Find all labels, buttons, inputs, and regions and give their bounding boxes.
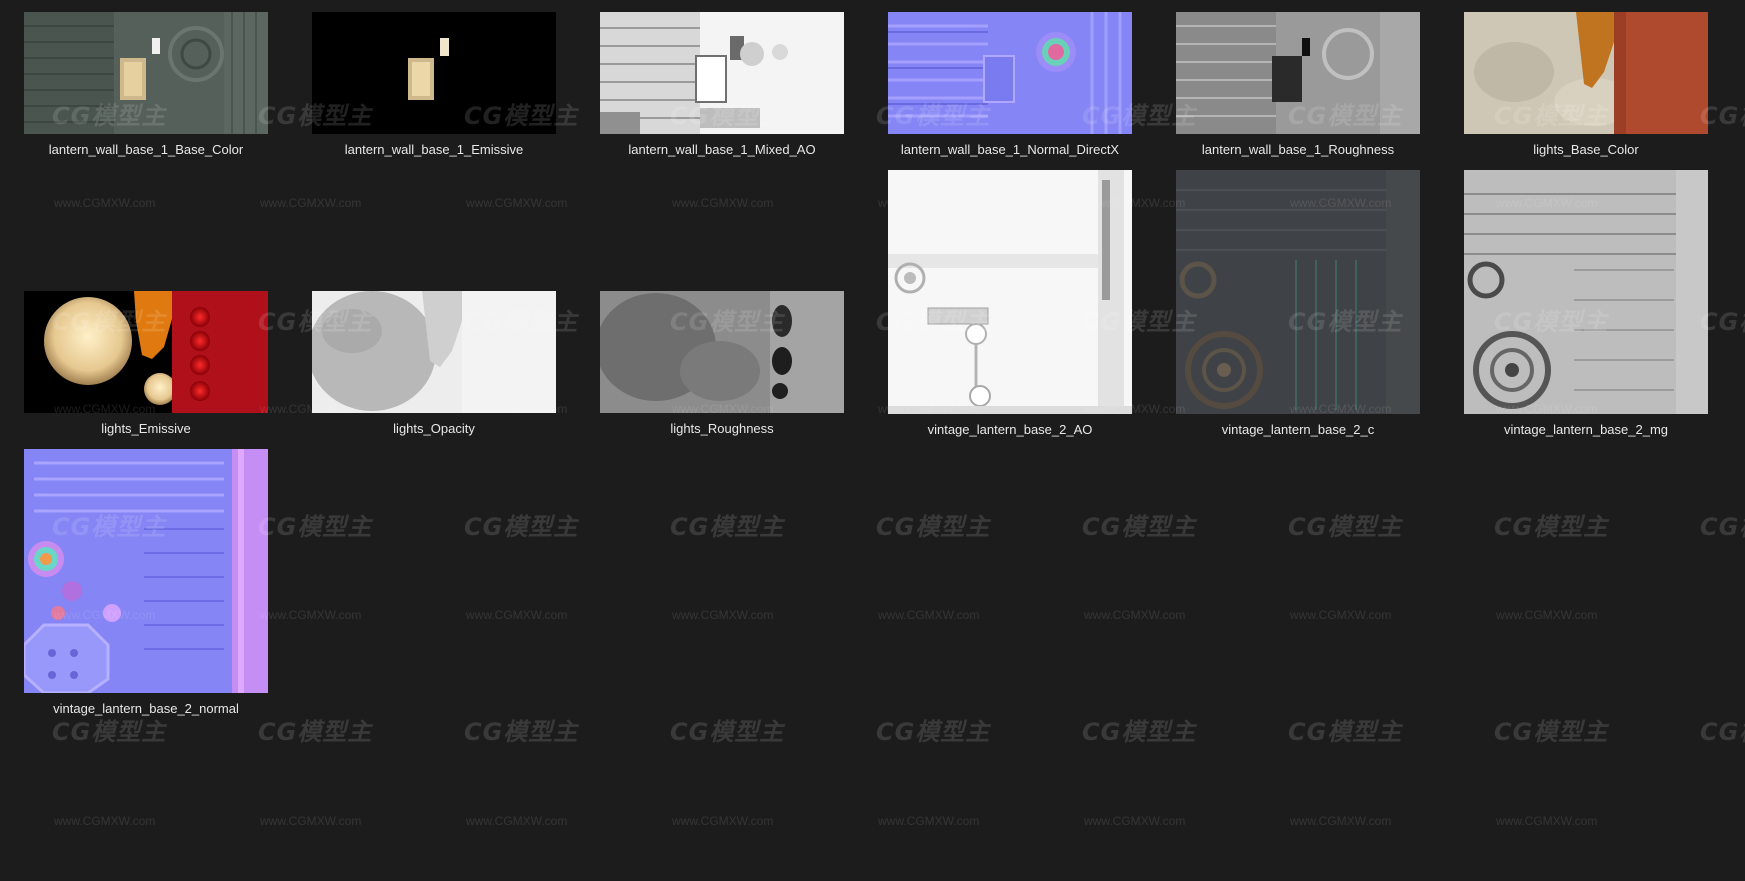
file-name-label: vintage_lantern_base_2_mg: [1503, 422, 1669, 437]
file-tile[interactable]: lantern_wall_base_1_Base_Color: [24, 12, 268, 158]
file-name-label: vintage_lantern_base_2_c: [1221, 422, 1375, 437]
watermark-logo: CG模型主: [876, 513, 991, 541]
file-name-label: lights_Base_Color: [1533, 142, 1639, 157]
watermark-url: www.CGMXW.com: [54, 814, 156, 828]
file-tile[interactable]: lights_Base_Color: [1464, 12, 1708, 158]
watermark-url: www.CGMXW.com: [466, 196, 568, 210]
texture-thumbnail[interactable]: [1176, 12, 1420, 134]
watermark-url: www.CGMXW.com: [466, 608, 568, 622]
watermark-url: www.CGMXW.com: [672, 608, 774, 622]
file-tile[interactable]: lights_Roughness: [600, 291, 844, 437]
watermark-url: www.CGMXW.com: [260, 608, 362, 622]
file-name-label: lantern_wall_base_1_Mixed_AO: [628, 142, 816, 157]
file-tile[interactable]: lantern_wall_base_1_Mixed_AO: [600, 12, 844, 158]
watermark-logo: CG模型主: [258, 513, 373, 541]
file-name-label: lantern_wall_base_1_Emissive: [344, 142, 524, 157]
watermark-logo: CG模型主: [1082, 513, 1197, 541]
watermark-url: www.CGMXW.com: [1084, 814, 1186, 828]
watermark-url: www.CGMXW.com: [466, 814, 568, 828]
texture-thumbnail[interactable]: [1464, 12, 1708, 134]
watermark-url: www.CGMXW.com: [1496, 608, 1598, 622]
file-tile[interactable]: vintage_lantern_base_2_AO: [888, 170, 1132, 438]
file-tile[interactable]: lights_Opacity: [312, 291, 556, 437]
file-tile[interactable]: vintage_lantern_base_2_normal: [24, 449, 268, 717]
watermark-url: www.CGMXW.com: [878, 814, 980, 828]
watermark-logo: CG模型主: [52, 718, 167, 746]
watermark-logo: CG模型主: [1494, 718, 1609, 746]
texture-thumbnail[interactable]: [312, 12, 556, 134]
watermark-logo: CG模型主: [464, 718, 579, 746]
watermark-logo: CG模型主: [464, 513, 579, 541]
file-name-label: lantern_wall_base_1_Base_Color: [48, 142, 244, 157]
watermark-logo: CG模型主: [1082, 718, 1197, 746]
watermark-logo: CG模型主: [1494, 513, 1609, 541]
file-tile[interactable]: lantern_wall_base_1_Roughness: [1176, 12, 1420, 158]
watermark-url: www.CGMXW.com: [672, 196, 774, 210]
watermark-url: www.CGMXW.com: [260, 814, 362, 828]
texture-thumbnail[interactable]: [1464, 170, 1708, 414]
watermark-logo: CG模型主: [258, 718, 373, 746]
file-browser-thumbnail-view: CG模型主 CG模型主 CG模型主 CG模型主 CG模型主 CG模型主 CG模型主 CG模型主…: [0, 0, 1745, 881]
texture-thumbnail[interactable]: [24, 449, 268, 693]
file-name-label: lantern_wall_base_1_Normal_DirectX: [900, 142, 1120, 157]
file-name-label: lights_Emissive: [101, 421, 191, 436]
file-name-label: lantern_wall_base_1_Roughness: [1201, 142, 1395, 157]
file-name-label: vintage_lantern_base_2_normal: [53, 701, 239, 716]
file-tile[interactable]: vintage_lantern_base_2_c: [1176, 170, 1420, 438]
watermark-logo: CG模型主: [1288, 513, 1403, 541]
texture-thumbnail[interactable]: [24, 12, 268, 134]
file-name-label: vintage_lantern_base_2_AO: [927, 422, 1093, 437]
watermark-logo: CG模型主: [670, 718, 785, 746]
file-name-label: lights_Opacity: [393, 421, 475, 436]
texture-thumbnail[interactable]: [888, 170, 1132, 414]
watermark-url: www.CGMXW.com: [878, 608, 980, 622]
watermark-url: www.CGMXW.com: [1084, 608, 1186, 622]
texture-thumbnail[interactable]: [600, 12, 844, 134]
texture-thumbnail[interactable]: [312, 291, 556, 413]
file-tile[interactable]: vintage_lantern_base_2_mg: [1464, 170, 1708, 438]
watermark-url: www.CGMXW.com: [672, 814, 774, 828]
watermark-logo: CG模型主: [1288, 718, 1403, 746]
watermark-url: www.CGMXW.com: [1496, 814, 1598, 828]
watermark-url: www.CGMXW.com: [54, 196, 156, 210]
texture-thumbnail[interactable]: [600, 291, 844, 413]
texture-thumbnail[interactable]: [24, 291, 268, 413]
file-name-label: lights_Roughness: [670, 421, 774, 436]
texture-thumbnail[interactable]: [888, 12, 1132, 134]
watermark-logo: CG模型主: [1700, 513, 1745, 541]
file-tile[interactable]: lights_Emissive: [24, 291, 268, 437]
texture-thumbnail[interactable]: [1176, 170, 1420, 414]
watermark-logo: CG模型主: [670, 513, 785, 541]
file-tile[interactable]: lantern_wall_base_1_Normal_DirectX: [888, 12, 1132, 158]
watermark-logo: CG模型主: [1700, 718, 1745, 746]
watermark-url: www.CGMXW.com: [260, 196, 362, 210]
file-tile[interactable]: lantern_wall_base_1_Emissive: [312, 12, 556, 158]
watermark-url: www.CGMXW.com: [1290, 814, 1392, 828]
watermark-logo: CG模型主: [876, 718, 991, 746]
watermark-url: www.CGMXW.com: [1290, 608, 1392, 622]
